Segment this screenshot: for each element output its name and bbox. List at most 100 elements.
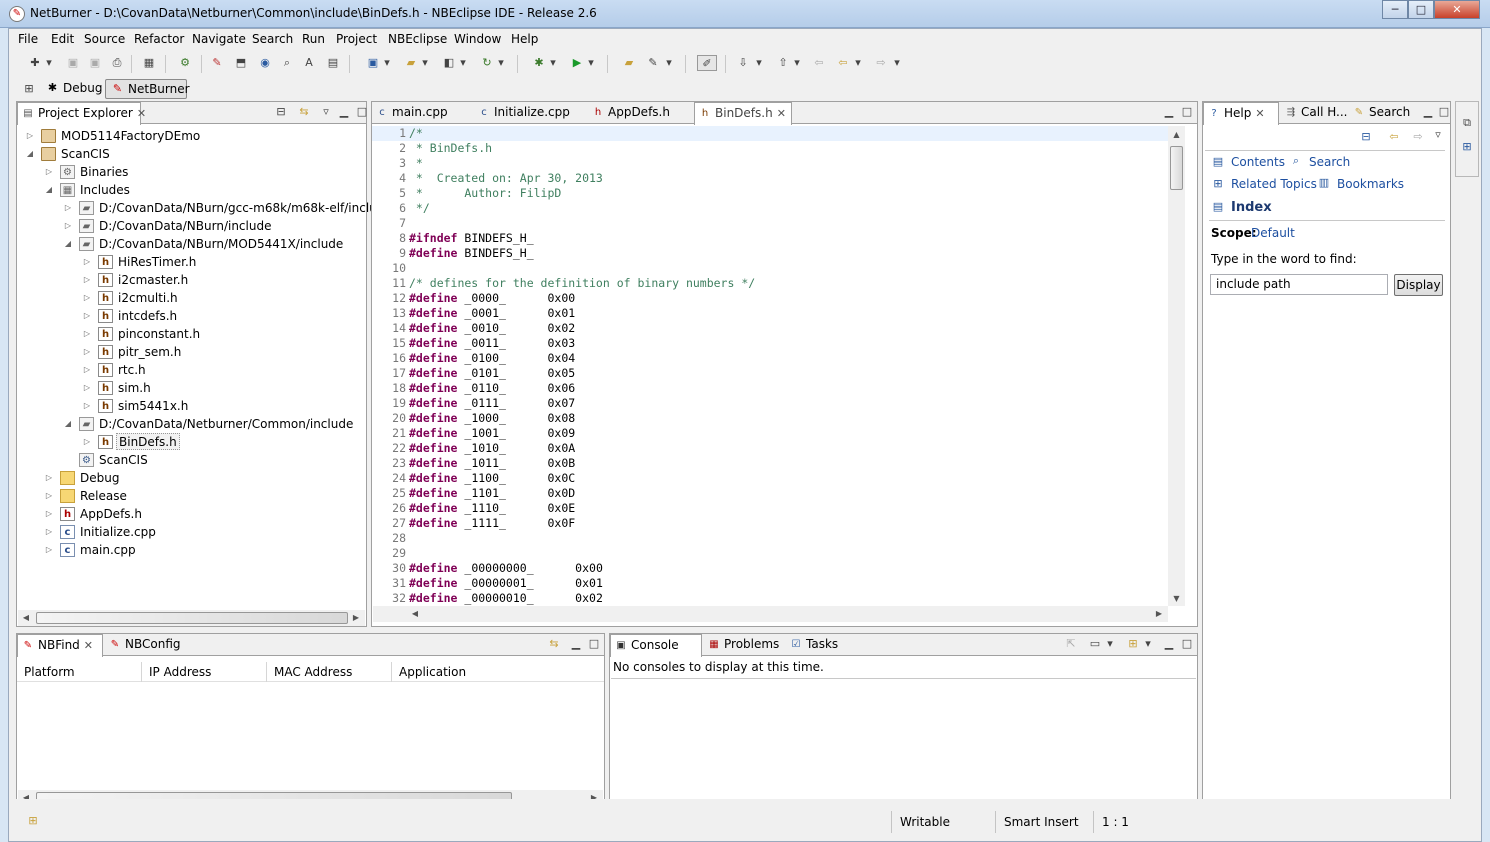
- next-annotation-dropdown-icon[interactable]: ▾: [755, 55, 763, 71]
- run-dropdown-icon[interactable]: ▾: [587, 55, 595, 71]
- code-line[interactable]: 9 #define BINDEFS_H_: [372, 246, 1168, 261]
- menu-source[interactable]: Source: [84, 32, 125, 46]
- ipsetup-icon[interactable]: ◉: [257, 55, 273, 71]
- tab-help[interactable]: ? Help ✕: [1203, 102, 1279, 125]
- close-tab-icon[interactable]: ✕: [137, 107, 146, 120]
- new-dropdown-icon[interactable]: ▾: [45, 55, 53, 71]
- maximize-button[interactable]: □: [1408, 0, 1434, 19]
- scroll-thumb[interactable]: [36, 612, 348, 624]
- code-line[interactable]: 22 #define _1010_ 0x0A: [372, 441, 1168, 456]
- print-icon[interactable]: ⎙: [109, 55, 125, 71]
- perspective-netburner[interactable]: ✎ NetBurner: [105, 79, 190, 99]
- code-line[interactable]: 27 #define _1111_ 0x0F: [372, 516, 1168, 531]
- maximize-view-icon[interactable]: □: [1437, 105, 1451, 119]
- next-annotation-icon[interactable]: ⇩: [735, 55, 751, 71]
- tab-project-explorer[interactable]: ▤ Project Explorer ✕: [17, 102, 146, 125]
- autoupdate-icon[interactable]: ⬒: [233, 55, 249, 71]
- search-link[interactable]: Search: [1309, 155, 1350, 169]
- bookmarks-link[interactable]: Bookmarks: [1337, 177, 1404, 191]
- debug-dropdown-icon[interactable]: ▾: [549, 55, 557, 71]
- index-search-input[interactable]: include path: [1210, 274, 1388, 295]
- link-editor-icon[interactable]: ⇆: [297, 105, 311, 119]
- close-tab-icon[interactable]: ✕: [777, 107, 786, 120]
- menu-refactor[interactable]: Refactor: [134, 32, 184, 46]
- scroll-down-icon[interactable]: ▼: [1170, 592, 1183, 606]
- menu-file[interactable]: File: [18, 32, 38, 46]
- expand-arrow-icon[interactable]: ▷: [82, 433, 92, 451]
- code-line[interactable]: 24 #define _1100_ 0x0C: [372, 471, 1168, 486]
- scroll-right-icon[interactable]: ▶: [1153, 607, 1165, 621]
- code-line[interactable]: 26 #define _1110_ 0x0E: [372, 501, 1168, 516]
- expand-arrow-icon[interactable]: ▷: [63, 199, 73, 217]
- code-line[interactable]: 3 *: [372, 156, 1168, 171]
- code-line[interactable]: 25 #define _1101_ 0x0D: [372, 486, 1168, 501]
- refresh-icon[interactable]: ↻: [479, 55, 495, 71]
- column-mac-address[interactable]: MAC Address: [267, 662, 392, 682]
- new-class-dropdown-icon[interactable]: ▾: [459, 55, 467, 71]
- code-line[interactable]: 13 #define _0001_ 0x01: [372, 306, 1168, 321]
- maximize-view-icon[interactable]: □: [587, 637, 601, 651]
- code-line[interactable]: 21 #define _1001_ 0x09: [372, 426, 1168, 441]
- prev-annotation-dropdown-icon[interactable]: ▾: [793, 55, 801, 71]
- close-tab-icon[interactable]: ✕: [1255, 107, 1264, 120]
- open-type-icon[interactable]: ▰: [621, 55, 637, 71]
- explorer-hscrollbar[interactable]: ◀ ▶: [18, 610, 365, 626]
- prev-annotation-icon[interactable]: ⇧: [775, 55, 791, 71]
- collapse-arrow-icon[interactable]: ◢: [63, 235, 73, 253]
- expand-arrow-icon[interactable]: ▷: [25, 127, 35, 145]
- code-line[interactable]: 19 #define _0111_ 0x07: [372, 396, 1168, 411]
- column-application[interactable]: Application: [392, 662, 604, 682]
- tab-console[interactable]: ▣ Console: [610, 634, 702, 657]
- scope-link[interactable]: Default: [1251, 226, 1295, 240]
- view-menu-icon[interactable]: ▿: [1431, 128, 1445, 142]
- code-line[interactable]: 14 #define _0010_ 0x02: [372, 321, 1168, 336]
- code-line[interactable]: 16 #define _0100_ 0x04: [372, 351, 1168, 366]
- mttty-icon[interactable]: ▤: [325, 55, 341, 71]
- compcode-icon[interactable]: A: [301, 55, 317, 71]
- tab-appdefs-h[interactable]: h AppDefs.h: [588, 102, 692, 124]
- scroll-left-icon[interactable]: ◀: [20, 611, 32, 625]
- expand-arrow-icon[interactable]: ▷: [82, 379, 92, 397]
- code-line[interactable]: 29: [372, 546, 1168, 561]
- expand-arrow-icon[interactable]: ▷: [82, 361, 92, 379]
- debug-icon[interactable]: ✱: [531, 55, 547, 71]
- minimize-view-icon[interactable]: ▁: [1421, 105, 1435, 119]
- tab-initialize-cpp[interactable]: c Initialize.cpp: [474, 102, 586, 124]
- tab-tasks[interactable]: ☑ Tasks: [786, 634, 846, 656]
- expand-arrow-icon[interactable]: ▷: [82, 253, 92, 271]
- back-icon[interactable]: ⇦: [1387, 130, 1401, 144]
- code-line[interactable]: 1/*: [372, 126, 1168, 141]
- build-icon[interactable]: ▦: [141, 55, 157, 71]
- code-line[interactable]: 15 #define _0011_ 0x03: [372, 336, 1168, 351]
- code-line[interactable]: 10: [372, 261, 1168, 276]
- expand-arrow-icon[interactable]: ▷: [44, 487, 54, 505]
- outline-icon[interactable]: ⊞: [1460, 140, 1474, 154]
- search-tool-icon[interactable]: ✎: [645, 55, 661, 71]
- tab-problems[interactable]: ▦ Problems: [704, 634, 784, 656]
- expand-arrow-icon[interactable]: ▷: [82, 289, 92, 307]
- column-ip-address[interactable]: IP Address: [142, 662, 267, 682]
- code-line[interactable]: 28: [372, 531, 1168, 546]
- toggle-mark-occurrences-icon[interactable]: ✐: [697, 55, 717, 71]
- code-line[interactable]: 20 #define _1000_ 0x08: [372, 411, 1168, 426]
- expand-arrow-icon[interactable]: ▷: [44, 541, 54, 559]
- minimize-view-icon[interactable]: ▁: [569, 637, 583, 651]
- scroll-up-icon[interactable]: ▲: [1170, 128, 1183, 142]
- code-line[interactable]: 4 * Created on: Apr 30, 2013: [372, 171, 1168, 186]
- code-line[interactable]: 2 * BinDefs.h: [372, 141, 1168, 156]
- maximize-view-icon[interactable]: □: [355, 105, 369, 119]
- maximize-editor-icon[interactable]: □: [1180, 105, 1194, 119]
- forward-icon[interactable]: ⇨: [873, 55, 889, 71]
- new-folder-icon[interactable]: ▰: [403, 55, 419, 71]
- tab-bindefs-h[interactable]: h BinDefs.h ✕: [694, 102, 792, 125]
- code-line[interactable]: 8 #ifndef BINDEFS_H_: [372, 231, 1168, 246]
- code-line[interactable]: 11/* defines for the definition of binar…: [372, 276, 1168, 291]
- code-line[interactable]: 5 * Author: FilipD: [372, 186, 1168, 201]
- editor-hscrollbar[interactable]: ◀ ▶: [373, 606, 1168, 622]
- expand-arrow-icon[interactable]: ▷: [82, 397, 92, 415]
- minimize-view-icon[interactable]: ▁: [1162, 637, 1176, 651]
- new-project-dropdown-icon[interactable]: ▾: [383, 55, 391, 71]
- menu-nbeclipse[interactable]: NBEclipse: [388, 32, 447, 46]
- expand-arrow-icon[interactable]: ▷: [82, 307, 92, 325]
- close-tab-icon[interactable]: ✕: [84, 639, 93, 652]
